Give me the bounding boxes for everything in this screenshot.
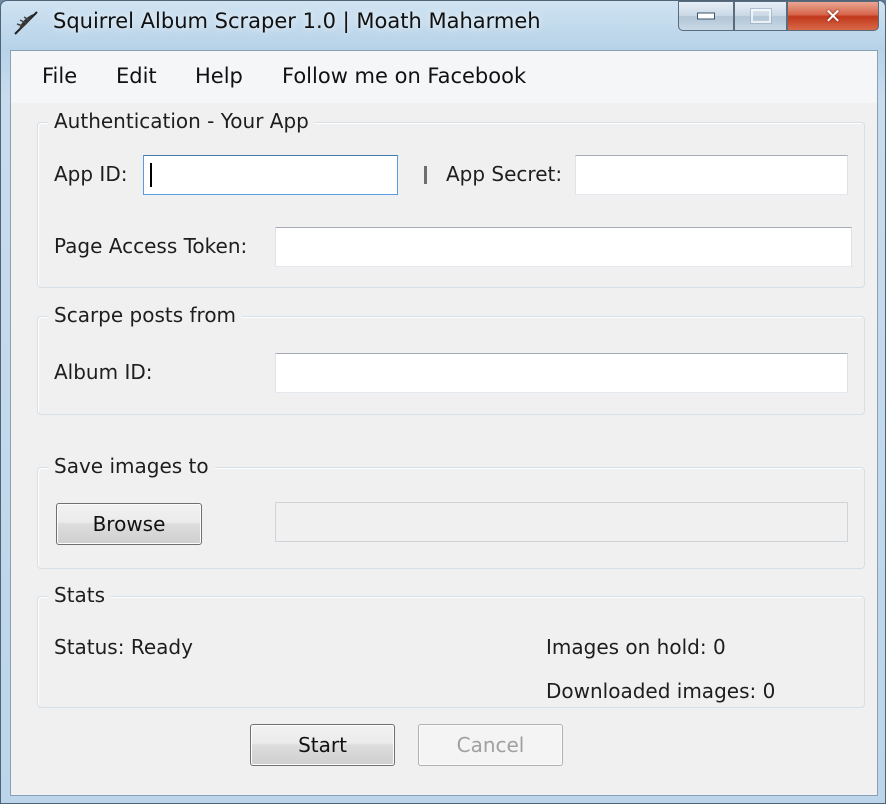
- maximize-icon: [749, 8, 772, 24]
- window-title: Squirrel Album Scraper 1.0 | Moath Mahar…: [53, 9, 541, 33]
- stats-group-title: Stats: [48, 583, 112, 607]
- images-on-hold-text: Images on hold: 0: [546, 635, 726, 659]
- title-bar[interactable]: Squirrel Album Scraper 1.0 | Moath Mahar…: [1, 1, 885, 49]
- close-button[interactable]: ✕: [787, 1, 879, 31]
- album-id-input[interactable]: [275, 353, 848, 393]
- start-button[interactable]: Start: [250, 724, 395, 766]
- cancel-button[interactable]: Cancel: [418, 724, 563, 766]
- minimize-button[interactable]: [678, 1, 734, 31]
- menu-follow-facebook[interactable]: Follow me on Facebook: [282, 64, 526, 88]
- save-groupbox: Save images to Browse: [37, 454, 865, 569]
- stats-groupbox: Stats Status: Ready Images on hold: 0 Do…: [37, 583, 865, 708]
- menu-edit[interactable]: Edit: [116, 64, 157, 88]
- app-window: Squirrel Album Scraper 1.0 | Moath Mahar…: [0, 0, 886, 804]
- menu-bar: File Edit Help Follow me on Facebook: [11, 51, 877, 103]
- text-caret: [150, 163, 152, 187]
- page-access-token-input[interactable]: [275, 227, 852, 267]
- menu-file[interactable]: File: [42, 64, 77, 88]
- app-id-input[interactable]: [143, 155, 398, 195]
- squirrel-feather-icon: [14, 11, 38, 35]
- menu-help[interactable]: Help: [195, 64, 243, 88]
- minimize-icon: [697, 12, 715, 20]
- auth-groupbox: Authentication - Your App App ID: App Se…: [37, 109, 865, 288]
- client-area: File Edit Help Follow me on Facebook Aut…: [10, 50, 878, 796]
- maximize-button[interactable]: [734, 1, 787, 31]
- status-text: Status: Ready: [54, 635, 193, 659]
- page-access-token-label: Page Access Token:: [54, 234, 248, 258]
- scrape-groupbox: Scarpe posts from Album ID:: [37, 303, 865, 415]
- save-group-title: Save images to: [48, 454, 215, 478]
- save-path-field: [275, 502, 848, 542]
- app-secret-label: App Secret:: [446, 162, 563, 186]
- scrape-group-title: Scarpe posts from: [48, 303, 243, 327]
- close-icon: ✕: [824, 4, 842, 28]
- album-id-label: Album ID:: [54, 360, 153, 384]
- field-separator: [424, 166, 427, 184]
- auth-group-title: Authentication - Your App: [48, 109, 315, 133]
- app-id-label: App ID:: [54, 162, 128, 186]
- downloaded-images-text: Downloaded images: 0: [546, 679, 776, 703]
- app-secret-input[interactable]: [575, 155, 848, 195]
- browse-button[interactable]: Browse: [56, 503, 202, 545]
